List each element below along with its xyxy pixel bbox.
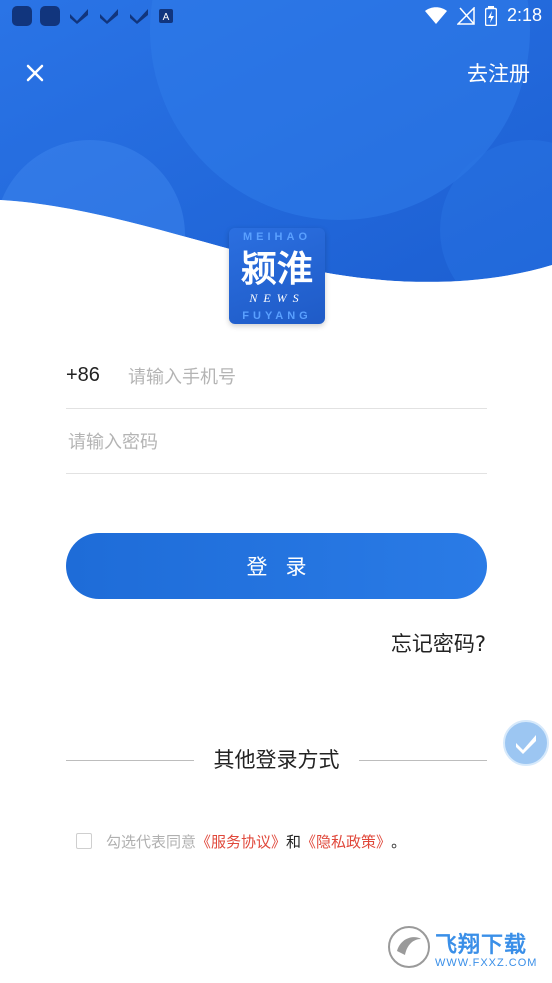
watermark-brand: 飞翔下载 [435, 933, 528, 958]
close-icon [26, 64, 44, 82]
logo-news-text: NEWS [249, 291, 305, 305]
brush-icon [516, 735, 536, 754]
phone-input[interactable] [126, 358, 480, 396]
agreement-prefix: 勾选代表同意 [106, 832, 197, 851]
password-input[interactable] [66, 423, 480, 461]
status-notifications: A [12, 6, 174, 26]
forgot-password-link[interactable]: 忘记密码? [391, 628, 486, 658]
privacy-policy-link[interactable]: 《隐私政策》 [301, 831, 391, 852]
app-notification-icon [40, 6, 60, 26]
agreement-and: 和 [286, 832, 302, 851]
close-button[interactable] [20, 58, 50, 88]
logo-top-text: MEIHAO [243, 231, 311, 243]
app-logo: MEIHAO 颍淮 NEWS FUYANG [229, 228, 325, 324]
svg-text:A: A [163, 12, 170, 23]
floating-assistant-button[interactable] [503, 720, 549, 766]
logo-bottom-text: FUYANG [242, 310, 312, 322]
phone-field-row: +86 [66, 344, 487, 409]
no-signal-icon [456, 6, 475, 25]
status-time: 2:18 [506, 5, 542, 25]
logo-main-text: 颍淮 [240, 249, 313, 290]
divider-line-right [359, 760, 487, 761]
agreement-checkbox[interactable] [76, 833, 92, 849]
password-field-row [66, 409, 487, 474]
register-link[interactable]: 去注册 [467, 58, 530, 88]
login-screen: A 2:18 去注册 MEIHAO 颍淮 NEWS FUYANG +86 登录 … [0, 0, 552, 983]
login-button[interactable]: 登录 [66, 533, 487, 599]
status-bar: A 2:18 [0, 0, 552, 32]
translate-icon: A [159, 9, 173, 23]
wifi-icon [424, 6, 447, 24]
battery-icon [484, 5, 497, 26]
watermark: 飞翔下载 WWW.FXXZ.COM [387, 925, 542, 973]
agreement-suffix: 。 [391, 832, 407, 851]
app-notification-icon [100, 9, 118, 24]
watermark-logo-icon [388, 926, 430, 968]
country-code[interactable]: +86 [66, 364, 100, 387]
watermark-url: WWW.FXXZ.COM [435, 957, 538, 969]
app-notification-icon [12, 6, 32, 26]
app-notification-icon [70, 9, 88, 24]
other-login-label: 其他登录方式 [213, 748, 340, 772]
service-agreement-link[interactable]: 《服务协议》 [196, 831, 286, 852]
status-system: 2:18 [424, 5, 542, 26]
other-login-divider: 其他登录方式 [66, 742, 487, 778]
app-notification-icon [130, 9, 148, 24]
agreement-row: 勾选代表同意 《服务协议》 和 《隐私政策》 。 [74, 828, 406, 854]
